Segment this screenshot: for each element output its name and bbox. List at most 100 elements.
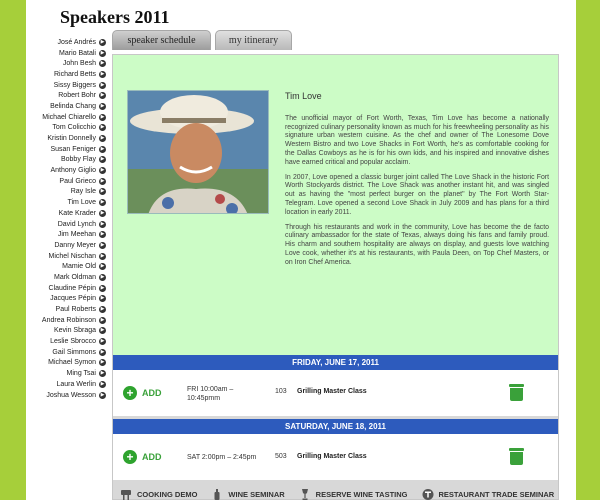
speaker-item[interactable]: David Lynch ▶	[26, 219, 106, 230]
speaker-item[interactable]: Kristin Donnelly ▶	[26, 133, 106, 144]
speaker-item[interactable]: Laura Werlin ▶	[26, 379, 106, 390]
speaker-item[interactable]: Kate Krader ▶	[26, 208, 106, 219]
legend-label: COOKING DEMO	[137, 490, 198, 499]
speaker-name: Claudine Pépin	[48, 284, 96, 292]
speaker-item[interactable]: José Andrés ▶	[26, 37, 106, 48]
speaker-item[interactable]: Robert Bohr ▶	[26, 90, 106, 101]
add-session-button[interactable]: + ADD	[123, 386, 162, 400]
chevron-right-icon: ▶	[99, 380, 106, 388]
plus-icon: +	[123, 386, 137, 400]
speaker-item[interactable]: Gail Simmons ▶	[26, 347, 106, 358]
speaker-name: Ming Tsai	[66, 370, 96, 378]
chevron-right-icon: ▶	[99, 92, 106, 100]
chevron-right-icon: ▶	[99, 177, 106, 185]
speaker-photo	[127, 90, 269, 214]
speaker-item[interactable]: Joshua Wesson ▶	[26, 390, 106, 401]
grill-icon	[121, 490, 131, 500]
day-header: FRIDAY, JUNE 17, 2011	[113, 355, 558, 370]
speaker-name: Ray Isle	[70, 188, 96, 196]
speaker-item[interactable]: Claudine Pépin ▶	[26, 283, 106, 294]
speaker-item[interactable]: Tim Love ▶	[26, 197, 106, 208]
page: Speakers 2011 José Andrés ▶ Mario Batali ▶…	[26, 0, 576, 500]
speaker-item[interactable]: Danny Meyer ▶	[26, 240, 106, 251]
chevron-right-icon: ▶	[99, 135, 106, 143]
speaker-name: Mamie Old	[62, 263, 96, 271]
speaker-name: Mark Oldman	[53, 273, 96, 281]
plus-icon: +	[123, 450, 137, 464]
chevron-right-icon: ▶	[99, 220, 106, 228]
speaker-item[interactable]: Michel Nischan ▶	[26, 251, 106, 262]
wine-glass-icon	[301, 489, 308, 500]
speaker-name: Kate Krader	[58, 209, 96, 217]
chevron-right-icon: ▶	[99, 145, 106, 153]
speaker-item[interactable]: Jacques Pépin ▶	[26, 294, 106, 305]
speaker-name: Jacques Pépin	[50, 295, 96, 303]
chevron-right-icon: ▶	[99, 359, 106, 367]
session-time: FRI 10:00am – 10:45pmm	[187, 385, 233, 403]
speaker-item[interactable]: Tom Colicchio ▶	[26, 123, 106, 134]
trash-icon[interactable]	[509, 448, 524, 465]
session-row: + ADD FRI 10:00am – 10:45pmm 103 Grillin…	[113, 370, 558, 416]
chevron-right-icon: ▶	[99, 188, 106, 196]
speaker-bio: Tim Love The unofficial mayor of Fort Wo…	[113, 55, 558, 355]
speaker-item[interactable]: Ming Tsai ▶	[26, 368, 106, 379]
speaker-name: Paul Roberts	[55, 306, 96, 314]
chevron-right-icon: ▶	[99, 370, 106, 378]
speaker-name: Leslie Sbrocco	[50, 338, 96, 346]
chevron-right-icon: ▶	[99, 81, 106, 89]
chevron-right-icon: ▶	[99, 167, 106, 175]
speaker-name: Gail Simmons	[52, 348, 96, 356]
chevron-right-icon: ▶	[99, 263, 106, 271]
speaker-item[interactable]: Michael Chiarello ▶	[26, 112, 106, 123]
speaker-item[interactable]: Paul Grieco ▶	[26, 176, 106, 187]
speaker-name: Joshua Wesson	[46, 391, 96, 399]
session-time: SAT 2:00pm – 2:45pm	[187, 453, 256, 462]
speaker-name-heading: Tim Love	[285, 91, 322, 101]
trash-icon[interactable]	[509, 384, 524, 401]
tab-speaker-schedule[interactable]: speaker schedule	[112, 30, 211, 50]
speaker-item[interactable]: Belinda Chang ▶	[26, 101, 106, 112]
speaker-item[interactable]: Mario Batali ▶	[26, 48, 106, 59]
chevron-right-icon: ▶	[99, 273, 106, 281]
chevron-right-icon: ▶	[99, 241, 106, 249]
speaker-name: Michael Symon	[48, 359, 96, 367]
speaker-item[interactable]: Leslie Sbrocco ▶	[26, 336, 106, 347]
speaker-item[interactable]: Jim Meehan ▶	[26, 229, 106, 240]
speaker-item[interactable]: Mamie Old ▶	[26, 261, 106, 272]
session-time-line: FRI 10:00am –	[187, 386, 234, 393]
speaker-item[interactable]: Paul Roberts ▶	[26, 304, 106, 315]
speaker-item[interactable]: Andrea Robinson ▶	[26, 315, 106, 326]
chevron-right-icon: ▶	[99, 199, 106, 207]
session-time-line: 10:45pmm	[187, 395, 221, 402]
legend: COOKING DEMO WINE SEMINAR RESERVE WINE T…	[120, 489, 568, 500]
speaker-item[interactable]: Bobby Flay ▶	[26, 155, 106, 166]
speaker-name: Laura Werlin	[56, 380, 96, 388]
chevron-right-icon: ▶	[99, 156, 106, 164]
speaker-portrait-image	[128, 91, 268, 213]
speaker-name: Anthony Giglio	[50, 167, 96, 175]
speaker-name: Jim Meehan	[57, 231, 96, 239]
speaker-item[interactable]: Susan Feniger ▶	[26, 144, 106, 155]
speaker-item[interactable]: Kevin Sbraga ▶	[26, 326, 106, 337]
session-room: 103	[275, 388, 287, 395]
speaker-item[interactable]: Mark Oldman ▶	[26, 272, 106, 283]
session-title: Grilling Master Class	[297, 453, 367, 460]
speaker-item[interactable]: Anthony Giglio ▶	[26, 165, 106, 176]
speaker-item[interactable]: Sissy Biggers ▶	[26, 80, 106, 91]
speaker-item[interactable]: Ray Isle ▶	[26, 187, 106, 198]
chevron-right-icon: ▶	[99, 102, 106, 110]
speaker-item[interactable]: Richard Betts ▶	[26, 69, 106, 80]
speaker-item[interactable]: John Besh ▶	[26, 58, 106, 69]
speaker-item[interactable]: Michael Symon ▶	[26, 358, 106, 369]
speaker-name: Andrea Robinson	[41, 316, 96, 324]
speaker-name: Michael Chiarello	[42, 113, 96, 121]
speaker-name: Mario Batali	[59, 49, 96, 57]
chevron-right-icon: ▶	[99, 338, 106, 346]
add-session-button[interactable]: + ADD	[123, 450, 162, 464]
chevron-right-icon: ▶	[99, 327, 106, 335]
speaker-name: John Besh	[62, 60, 96, 68]
speaker-name: Paul Grieco	[59, 177, 96, 185]
speaker-name: Kevin Sbraga	[53, 327, 96, 335]
chevron-right-icon: ▶	[99, 348, 106, 356]
tab-my-itinerary[interactable]: my itinerary	[215, 30, 292, 50]
